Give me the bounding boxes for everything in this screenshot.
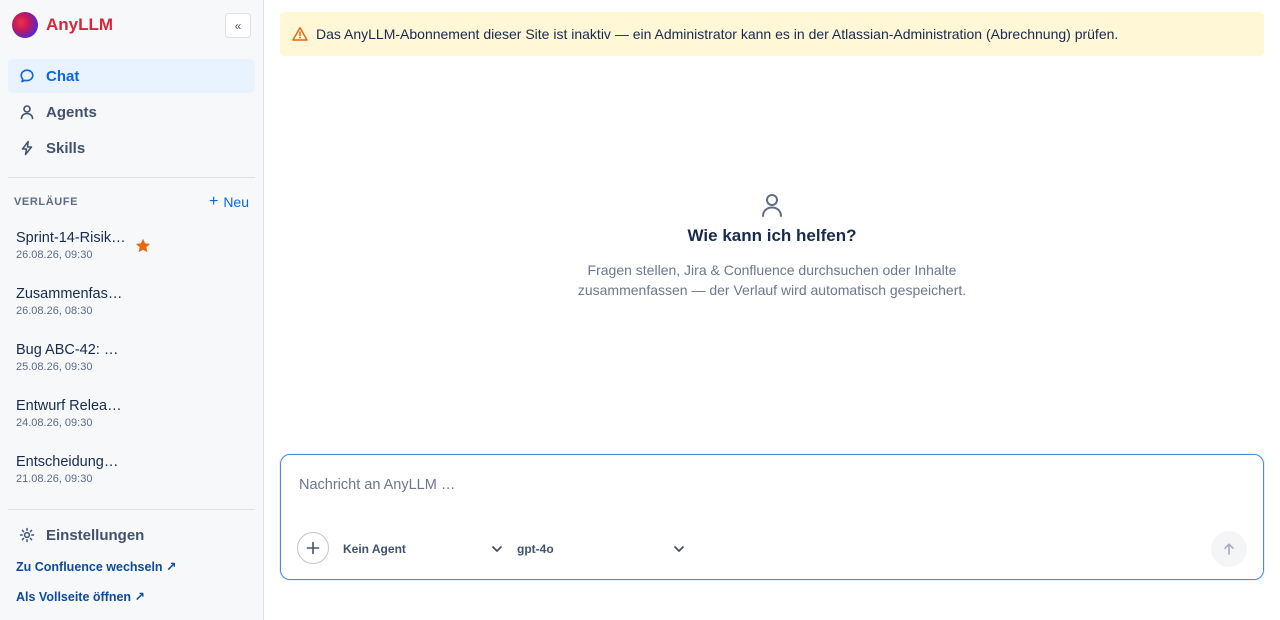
message-input[interactable] [299,477,1199,493]
nav-item-skills[interactable]: Skills [8,131,255,165]
history-item-title: Entscheidunge… [16,454,126,470]
sidebar-divider [8,509,255,510]
settings-label: Einstellungen [46,526,145,544]
settings-button[interactable]: Einstellungen [8,519,255,551]
fullpage-link[interactable]: Als Vollseite öffnen ↗ [8,581,255,611]
lightning-icon [19,140,35,156]
banner-text: Das AnyLLM-Abonnement dieser Site ist in… [316,26,1119,42]
message-composer: Kein Agent gpt-4o [280,454,1264,580]
person-icon [762,194,782,217]
empty-state-heading: Wie kann ich helfen? [687,226,857,245]
history-item-date: 26.08.26, 08:30 [16,305,93,317]
history-title: VERLÄUFE [14,196,79,208]
gear-icon [19,527,35,543]
sidebar-divider [8,177,255,178]
anyllm-logo-icon [12,12,38,38]
confluence-link[interactable]: Zu Confluence wechseln ↗ [8,551,255,581]
nav-item-label: Chat [46,67,80,85]
model-select-value: gpt-4o [517,542,554,556]
history-list: Sprint-14-Risik… 26.08.26, 09:30 Zusamme… [16,229,256,509]
empty-state-line: zusammenfassen — der Verlauf wird automa… [577,282,967,298]
nav-item-chat[interactable]: Chat [8,59,255,93]
model-select[interactable]: gpt-4o [517,539,685,559]
history-item-title: Zusammenfas… [16,286,123,302]
history-item-title: Entwurf Relea… [16,398,122,414]
agent-select[interactable]: Kein Agent [343,539,503,559]
inactive-subscription-banner: Das AnyLLM-Abonnement dieser Site ist in… [280,12,1264,56]
chevron-down-icon [492,546,502,552]
new-chat-button[interactable]: + Neu [208,193,249,211]
nav-item-label: Skills [46,139,86,157]
plus-icon [306,541,320,555]
history-item[interactable]: Bug ABC-42: … 25.08.26, 09:30 [16,341,256,397]
empty-state: Wie kann ich helfen? Fragen stellen, Jir… [280,192,1264,300]
brand[interactable]: AnyLLM [12,12,113,38]
history-item-date: 25.08.26, 09:30 [16,361,93,373]
arrow-up-icon [1224,543,1234,555]
history-header: VERLÄUFE + Neu [14,193,249,211]
main-nav: Chat Agents Skills [8,59,255,167]
sidebar: AnyLLM « Chat Agents Skills VERLÄUFE + N… [0,0,264,620]
empty-state-description: Fragen stellen, Jira & Confluence durchs… [562,260,982,300]
history-item[interactable]: Sprint-14-Risik… 26.08.26, 09:30 [16,229,256,285]
empty-state-line: Fragen stellen, Jira & Confluence durchs… [587,262,957,278]
plus-icon: + [208,193,219,210]
new-chat-label: Neu [223,194,249,210]
history-item-title: Bug ABC-42: … [16,342,119,358]
agent-select-value: Kein Agent [343,542,406,556]
star-icon[interactable] [134,237,152,255]
nav-item-label: Agents [46,103,97,121]
nav-item-agents[interactable]: Agents [8,95,255,129]
person-icon [19,104,35,120]
collapse-sidebar-button[interactable]: « [225,13,251,38]
chevron-down-icon [674,546,684,552]
history-item-title: Sprint-14-Risik… [16,230,126,246]
history-item[interactable]: Entwurf Relea… 24.08.26, 09:30 [16,397,256,453]
chat-bubble-icon [19,68,35,84]
sidebar-footer: Einstellungen Zu Confluence wechseln ↗ A… [8,519,255,611]
history-item[interactable]: Zusammenfas… 26.08.26, 08:30 [16,285,256,341]
send-button[interactable] [1211,531,1247,567]
history-item-date: 24.08.26, 09:30 [16,417,93,429]
brand-name: AnyLLM [46,15,114,34]
history-item-date: 21.08.26, 09:30 [16,473,93,485]
history-item[interactable]: Entscheidunge… 21.08.26, 09:30 [16,453,256,509]
add-attachment-button[interactable] [297,532,329,564]
warning-icon [292,26,308,42]
